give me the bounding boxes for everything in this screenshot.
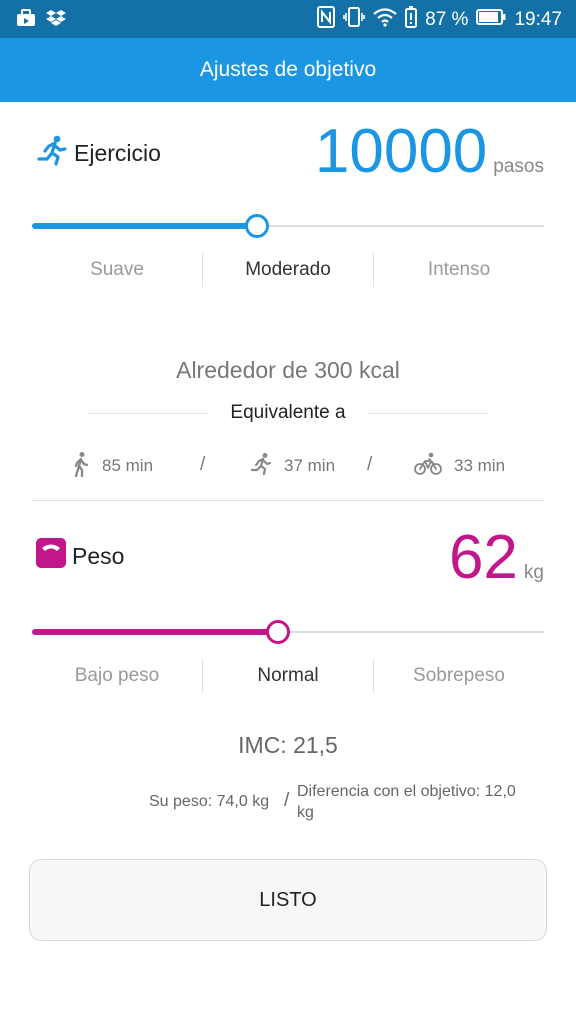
level-overweight[interactable]: Sobrepeso [374, 659, 544, 693]
walk-time: 85 min [102, 456, 154, 475]
status-bar: 87 % 19:47 [0, 0, 576, 38]
separator: / [367, 454, 373, 475]
bike-icon [414, 452, 442, 481]
weight-unit: kg [523, 562, 544, 583]
level-intense[interactable]: Intenso [374, 253, 544, 287]
running-icon [36, 134, 68, 172]
app-bar: Ajustes de objetivo [0, 38, 576, 102]
slider-fill [32, 223, 257, 229]
dropbox-icon [46, 9, 66, 32]
exercise-label: Ejercicio [74, 139, 161, 166]
slider-fill [32, 629, 278, 635]
current-weight: Su peso: 74,0 kg [149, 793, 270, 810]
goal-difference-line2: kg [297, 804, 314, 821]
scale-icon [36, 538, 66, 574]
section-divider [32, 500, 544, 501]
page-title: Ajustes de objetivo [199, 58, 377, 81]
level-moderate[interactable]: Moderado [203, 253, 373, 287]
done-button[interactable]: LISTO [29, 859, 547, 941]
done-button-label: LISTO [259, 888, 317, 911]
exercise-slider[interactable] [32, 211, 544, 241]
steps-goal: 10000 pasos [315, 121, 544, 183]
run-time: 37 min [284, 456, 336, 475]
steps-unit: pasos [493, 156, 544, 177]
goal-difference-line1: Diferencia con el objetivo: 12,0 [297, 783, 516, 800]
exercise-header: Ejercicio [36, 133, 161, 173]
weight-levels: Bajo peso Normal Sobrepeso [32, 659, 544, 693]
clock: 19:47 [514, 9, 562, 30]
briefcase-icon [16, 9, 36, 32]
battery-percent: 87 % [425, 9, 469, 30]
activity-bike: 33 min [414, 450, 505, 482]
battery-alert-icon [405, 6, 418, 34]
weight-goal: 62 kg [449, 527, 544, 589]
bike-time: 33 min [454, 456, 506, 475]
vibrate-icon [343, 6, 365, 34]
slider-thumb[interactable] [245, 214, 269, 238]
bmi-text: IMC: 21,5 [238, 732, 338, 758]
steps-value: 10000 [314, 117, 488, 186]
run-icon [250, 452, 272, 481]
nfc-icon [317, 6, 336, 34]
battery-icon [476, 9, 506, 31]
walk-icon [72, 451, 90, 482]
weight-label: Peso [72, 542, 125, 569]
level-light[interactable]: Suave [32, 253, 202, 287]
weight-header: Peso [36, 538, 124, 574]
activity-run: 37 min [250, 450, 335, 482]
level-underweight[interactable]: Bajo peso [32, 659, 202, 693]
weight-value: 62 [448, 523, 518, 592]
separator: / [284, 790, 290, 811]
separator: / [200, 454, 206, 475]
slider-thumb[interactable] [266, 620, 290, 644]
level-normal[interactable]: Normal [203, 659, 373, 693]
activity-walk: 85 min [72, 450, 153, 482]
calories-text: Alrededor de 300 kcal [176, 357, 400, 383]
weight-slider[interactable] [32, 617, 544, 647]
wifi-icon [373, 7, 397, 33]
activity-equivalents: 85 min / 37 min / 33 min [0, 450, 576, 482]
exercise-levels: Suave Moderado Intenso [32, 253, 544, 287]
equivalent-label: Equivalente a [208, 402, 368, 424]
